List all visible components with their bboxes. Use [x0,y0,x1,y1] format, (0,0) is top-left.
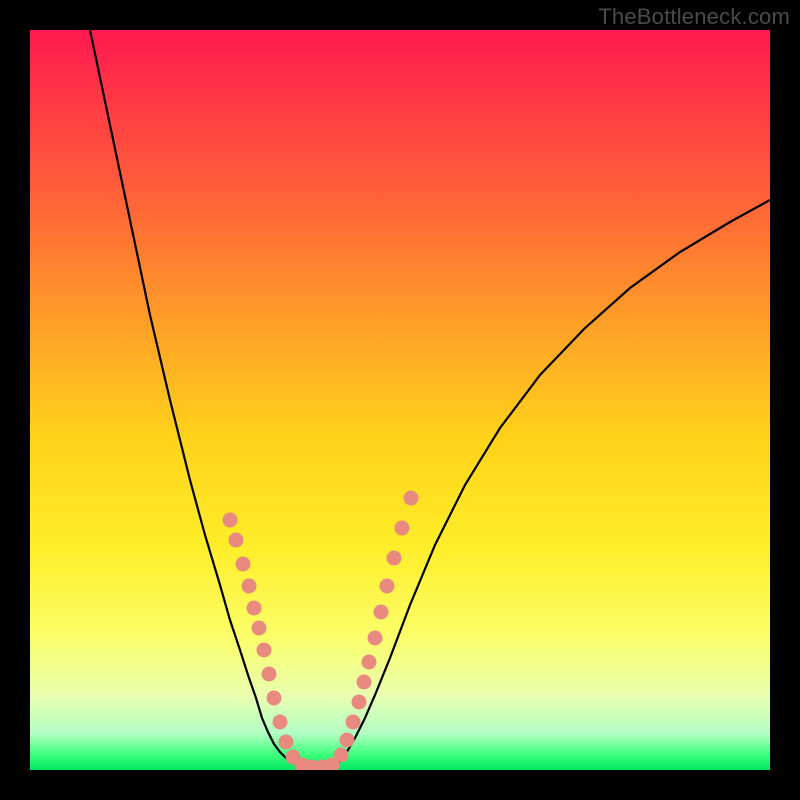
dot-left [247,601,262,616]
dot-right [368,631,383,646]
dot-right [357,675,372,690]
plot-area [30,30,770,770]
dot-right [340,733,355,748]
dot-right [346,715,361,730]
dot-left [267,691,282,706]
dot-left [229,533,244,548]
dot-right [404,491,419,506]
dot-right [374,605,389,620]
dot-left [262,667,277,682]
dot-right [387,551,402,566]
dot-left [273,715,288,730]
chart-frame: TheBottleneck.com [0,0,800,800]
curve-right-branch [336,200,770,765]
dot-left [223,513,238,528]
dot-left [252,621,267,636]
dot-right [380,579,395,594]
dot-left [257,643,272,658]
watermark-text: TheBottleneck.com [598,4,790,30]
dot-left [236,557,251,572]
dot-left [242,579,257,594]
data-dots [223,491,419,771]
dot-right [352,695,367,710]
dot-right [362,655,377,670]
dot-right [334,748,349,763]
chart-svg [30,30,770,770]
dot-right [395,521,410,536]
dot-left [279,735,294,750]
